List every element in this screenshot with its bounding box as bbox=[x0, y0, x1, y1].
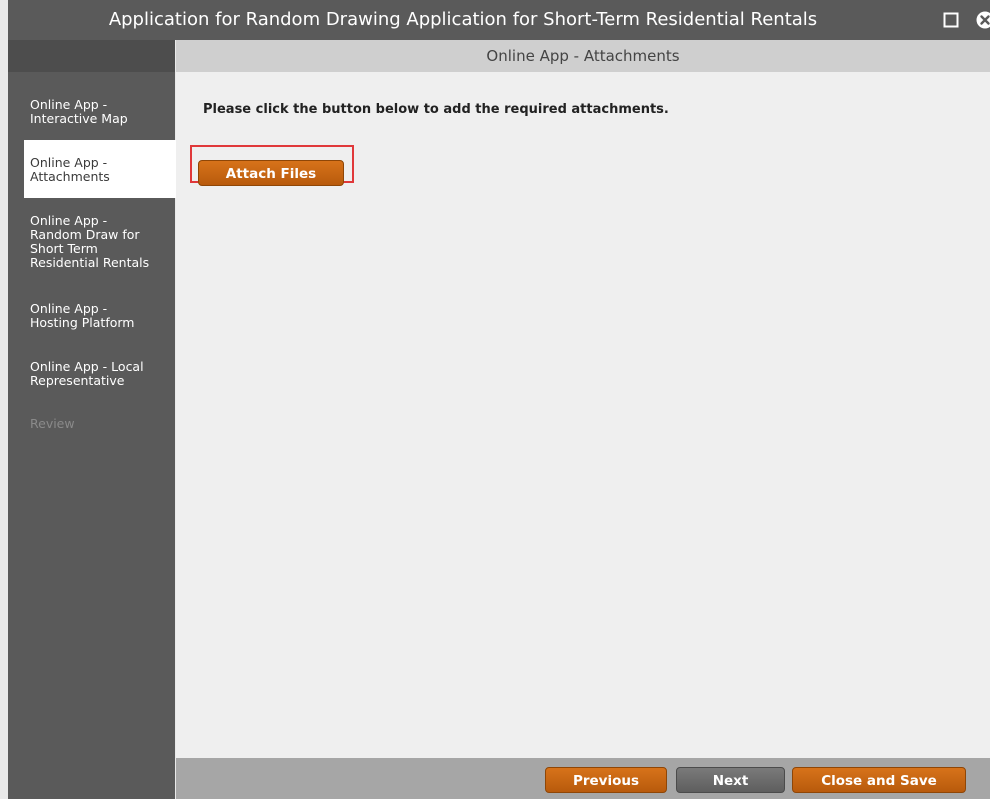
sidebar-item-label: Hosting Platform bbox=[30, 315, 135, 330]
sidebar-item-label: Review bbox=[30, 416, 75, 431]
sidebar-item-label: Online App - bbox=[30, 155, 108, 170]
sidebar-item-label: Online App - bbox=[30, 301, 108, 316]
maximize-icon[interactable] bbox=[943, 12, 959, 28]
sidebar-item-label: Online App - bbox=[30, 213, 108, 228]
sidebar-item-label: Attachments bbox=[30, 169, 110, 184]
sidebar-item-label: Representative bbox=[30, 373, 125, 388]
sidebar-nav: Online App - Interactive Map Online App … bbox=[8, 40, 182, 799]
sidebar-item-label: Interactive Map bbox=[30, 111, 128, 126]
sidebar-item-label: Online App - Local bbox=[30, 359, 144, 374]
previous-button[interactable]: Previous bbox=[545, 767, 667, 793]
close-icon[interactable] bbox=[973, 11, 990, 29]
sidebar-item-label: Random Draw for bbox=[30, 227, 140, 242]
window-title: Application for Random Drawing Applicati… bbox=[108, 9, 818, 30]
attach-files-button[interactable]: Attach Files bbox=[198, 160, 344, 186]
page-title: Online App - Attachments bbox=[176, 40, 990, 72]
close-and-save-button[interactable]: Close and Save bbox=[792, 767, 966, 793]
sidebar-item-label: Residential Rentals bbox=[30, 255, 150, 270]
sidebar-item-attachments[interactable]: Online App - Attachments bbox=[24, 140, 182, 198]
sidebar-item-label: Short Term bbox=[30, 241, 98, 256]
sidebar-item-hosting-platform[interactable]: Online App - Hosting Platform bbox=[8, 302, 175, 330]
next-button[interactable]: Next bbox=[676, 767, 785, 793]
sidebar-item-interactive-map[interactable]: Online App - Interactive Map bbox=[8, 98, 175, 126]
sidebar-item-local-representative[interactable]: Online App - Local Representative bbox=[8, 360, 175, 388]
sidebar-item-review: Review bbox=[8, 417, 175, 431]
sidebar-header bbox=[8, 40, 175, 72]
sidebar-item-label: Online App - bbox=[30, 97, 108, 112]
footer-bar: Previous Next Close and Save bbox=[176, 758, 990, 799]
instructions-text: Please click the button below to add the… bbox=[203, 102, 669, 117]
application-window: Application for Random Drawing Applicati… bbox=[0, 0, 990, 799]
title-bar: Application for Random Drawing Applicati… bbox=[8, 0, 990, 40]
sidebar-item-random-draw[interactable]: Online App - Random Draw for Short Term … bbox=[8, 214, 175, 270]
main-content: Please click the button below to add the… bbox=[176, 72, 990, 758]
